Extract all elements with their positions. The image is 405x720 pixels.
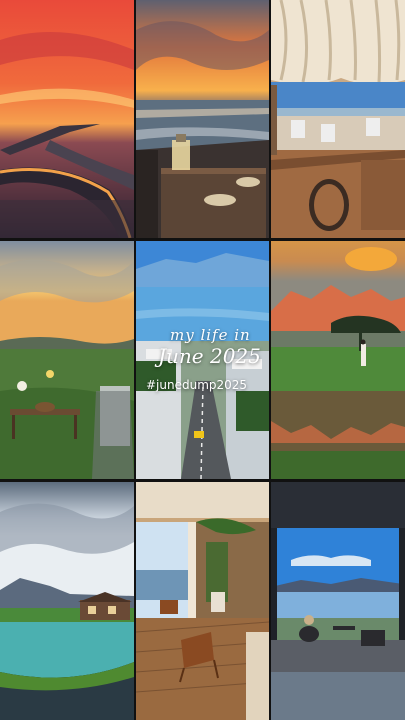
mountain-lake-reflection-photo[interactable] bbox=[271, 241, 405, 479]
canopy-restaurant-photo[interactable] bbox=[271, 0, 405, 238]
coastal-town-street-photo[interactable] bbox=[136, 241, 269, 479]
photo-grid bbox=[0, 0, 405, 720]
seaside-table-sunset-photo[interactable] bbox=[136, 0, 269, 238]
meadow-picnic-photo[interactable] bbox=[0, 241, 134, 479]
sunset-bridge-photo[interactable] bbox=[0, 0, 134, 238]
window-lake-view-photo[interactable] bbox=[271, 482, 405, 720]
lakeside-cabin-photo[interactable] bbox=[0, 482, 134, 720]
villa-terrace-photo[interactable] bbox=[136, 482, 269, 720]
